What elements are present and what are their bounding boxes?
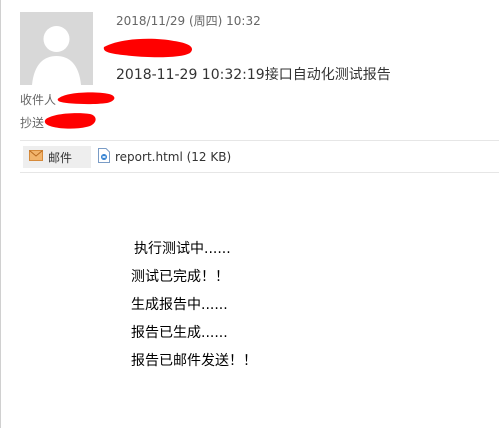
message-date: 2018/11/29 (周四) 10:32 bbox=[116, 14, 261, 28]
person-icon bbox=[20, 12, 93, 85]
message-body: 执行测试中...... 测试已完成！！ 生成报告中...... 报告已生成...… bbox=[131, 241, 257, 381]
recipient-redacted bbox=[57, 90, 117, 109]
body-line: 测试已完成！！ bbox=[131, 269, 229, 285]
body-line: 报告已生成...... bbox=[131, 325, 228, 341]
to-label: 收件人 bbox=[20, 93, 57, 107]
mail-attachment-button[interactable]: 邮件 bbox=[23, 146, 91, 168]
file-attachment-label: report.html (12 KB) bbox=[115, 150, 232, 164]
message-subject: 2018-11-29 10:32:19接口自动化测试报告 bbox=[116, 67, 391, 83]
cc-redacted bbox=[44, 111, 98, 135]
envelope-icon bbox=[29, 150, 43, 164]
body-line: 生成报告中...... bbox=[131, 297, 228, 313]
cc-label: 抄送 bbox=[20, 116, 45, 130]
body-line: 报告已邮件发送！！ bbox=[131, 353, 257, 369]
sender-name-redacted bbox=[102, 37, 197, 63]
attachment-bar: 邮件 report.html (12 KB) bbox=[20, 144, 499, 170]
header-divider bbox=[20, 140, 499, 141]
window-left-border bbox=[0, 0, 1, 428]
body-line: 执行测试中...... bbox=[134, 241, 231, 257]
toolbar-fragment bbox=[0, 0, 200, 6]
file-attachment-link[interactable]: report.html (12 KB) bbox=[98, 146, 231, 168]
html-file-icon bbox=[98, 148, 110, 166]
sender-avatar bbox=[20, 12, 93, 85]
attachment-divider bbox=[20, 172, 499, 173]
mail-attachment-label: 邮件 bbox=[48, 150, 73, 165]
